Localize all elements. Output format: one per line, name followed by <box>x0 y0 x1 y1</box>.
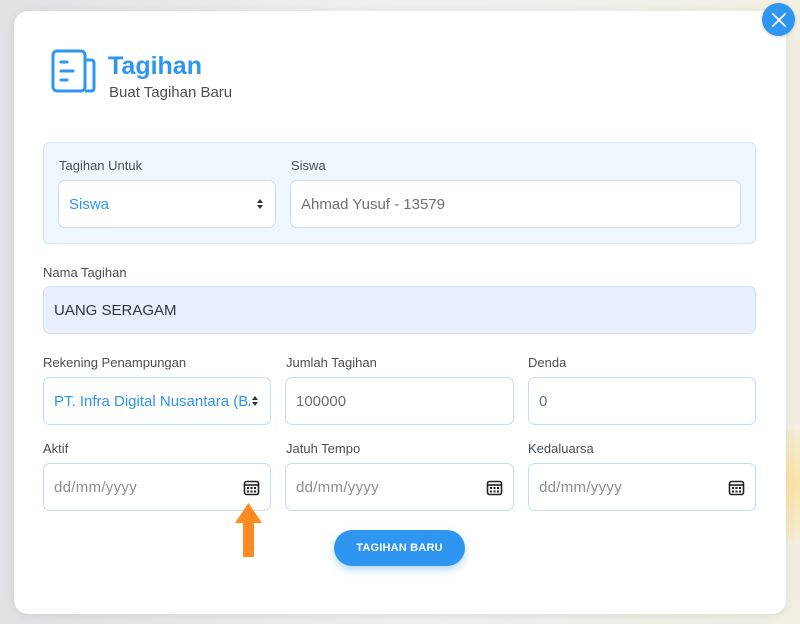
annotation-arrow-icon <box>235 503 262 557</box>
denda-input[interactable]: 0 <box>528 377 756 425</box>
jatuh-tempo-label: Jatuh Tempo <box>286 441 361 456</box>
jumlah-tagihan-input[interactable]: 100000 <box>285 377 514 425</box>
jatuh-tempo-placeholder: dd/mm/yyyy <box>296 478 380 496</box>
rekening-label: Rekening Penampungan <box>43 355 187 370</box>
rekening-select[interactable]: PT. Infra Digital Nusantara (BA <box>43 377 271 425</box>
siswa-label: Siswa <box>291 158 326 173</box>
kedaluarsa-date-input[interactable]: dd/mm/yyyy <box>528 463 756 511</box>
rekening-value: PT. Infra Digital Nusantara (BA <box>54 392 250 410</box>
jumlah-tagihan-label: Jumlah Tagihan <box>286 355 377 370</box>
tagihan-untuk-value: Siswa <box>69 195 110 213</box>
document-icon <box>51 49 96 93</box>
siswa-input[interactable]: Ahmad Yusuf - 13579 <box>290 180 741 228</box>
select-arrows-icon <box>250 396 260 406</box>
tagihan-untuk-select[interactable]: Siswa <box>58 180 276 228</box>
nama-tagihan-input[interactable]: UANG SERAGAM <box>43 286 756 334</box>
aktif-label: Aktif <box>43 441 69 456</box>
denda-value: 0 <box>539 392 548 410</box>
jumlah-tagihan-value: 100000 <box>296 392 347 410</box>
calendar-icon[interactable] <box>243 479 260 496</box>
calendar-icon[interactable] <box>728 479 745 496</box>
siswa-value: Ahmad Yusuf - 13579 <box>301 195 445 213</box>
tagihan-untuk-label: Tagihan Untuk <box>59 158 143 173</box>
page-subtitle: Buat Tagihan Baru <box>109 84 233 101</box>
aktif-placeholder: dd/mm/yyyy <box>54 478 138 496</box>
page-title: Tagihan <box>108 52 202 80</box>
select-arrows-icon <box>255 199 265 209</box>
denda-label: Denda <box>528 355 567 370</box>
tagihan-baru-button[interactable]: TAGIHAN BARU <box>334 530 465 566</box>
close-button[interactable] <box>762 3 795 36</box>
calendar-icon[interactable] <box>486 479 503 496</box>
kedaluarsa-label: Kedaluarsa <box>528 441 594 456</box>
kedaluarsa-placeholder: dd/mm/yyyy <box>539 478 623 496</box>
jatuh-tempo-date-input[interactable]: dd/mm/yyyy <box>285 463 514 511</box>
nama-tagihan-value: UANG SERAGAM <box>54 301 177 319</box>
close-icon <box>771 12 786 27</box>
nama-tagihan-label: Nama Tagihan <box>43 265 127 280</box>
